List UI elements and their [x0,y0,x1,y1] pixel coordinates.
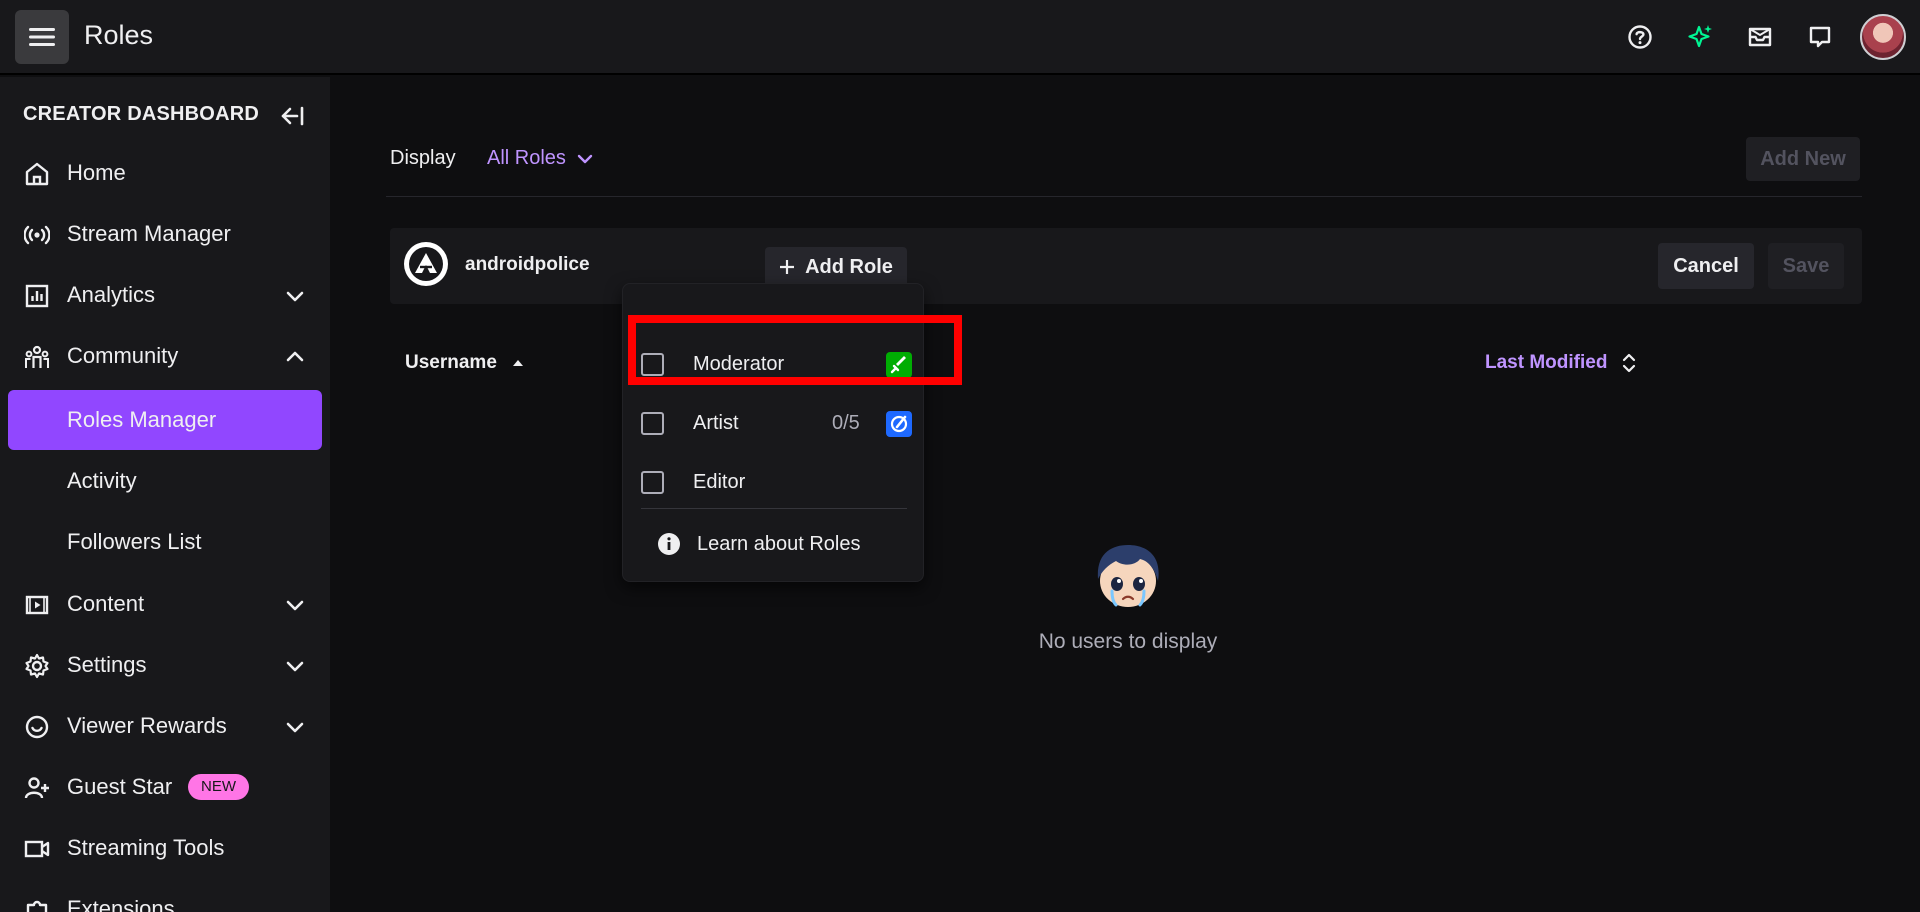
chevron-down-icon [286,291,304,302]
empty-state-text: No users to display [1038,630,1218,653]
sort-ascending-icon [512,360,523,366]
sidebar-item-label: Content [67,591,145,616]
column-header-label: Username [405,352,497,373]
collapse-sidebar-button[interactable] [278,101,308,131]
username: androidpolice [465,254,590,275]
help-button[interactable] [1610,14,1670,60]
user-avatar [404,242,448,286]
collapse-icon [281,106,304,126]
role-option-label: Artist [693,411,739,434]
sidebar-item-settings[interactable]: Settings [8,635,322,695]
info-icon [658,533,680,555]
roles-filter-value: All Roles [487,147,566,169]
content-icon [25,595,49,615]
camera-icon [24,840,50,858]
rewards-icon [25,715,49,739]
display-label: Display [390,147,456,169]
sidebar-item-label: Settings [67,652,147,677]
sidebar-item-activity[interactable]: Activity [8,451,322,511]
sort-icon [1623,353,1636,373]
whispers-icon [1809,26,1831,48]
sidebar-item-home[interactable]: Home [8,143,322,203]
divider [386,196,1862,197]
sidebar-item-label: Activity [67,468,137,493]
sidebar: CREATOR DASHBOARD Home Stream Manager An… [0,77,330,912]
role-option-editor[interactable]: Editor [641,462,907,502]
sidebar-item-roles-manager[interactable]: Roles Manager [8,390,322,450]
add-role-button[interactable]: Add Role [765,247,907,287]
top-icons [1610,14,1906,60]
add-user-icon [24,777,49,799]
sidebar-item-guest-star[interactable]: Guest Star NEW [8,757,322,817]
androidpolice-logo-icon [409,247,443,281]
save-button[interactable]: Save [1768,243,1844,289]
chevron-down-icon [577,154,593,163]
brush-icon [890,415,908,433]
cancel-button[interactable]: Cancel [1658,243,1754,289]
sidebar-item-label: Stream Manager [67,221,231,246]
role-option-label: Editor [693,470,746,493]
hamburger-icon [29,28,55,46]
roles-filter-dropdown[interactable]: All Roles [487,147,594,170]
chevron-down-icon [286,600,304,611]
home-icon [25,162,49,186]
column-header-last-modified[interactable]: Last Modified [1485,352,1637,374]
sidebar-item-followers-list[interactable]: Followers List [8,512,322,572]
sidebar-item-label: Community [67,343,179,368]
new-badge: NEW [188,774,249,800]
dropdown-divider [641,508,907,509]
user-avatar[interactable] [1860,14,1906,60]
puzzle-icon [26,900,48,912]
add-role-label: Add Role [805,255,893,278]
artist-checkbox[interactable] [641,411,664,435]
highlight-annotation [628,315,962,385]
sidebar-item-streaming-tools[interactable]: Streaming Tools [8,818,322,878]
sparkle-button[interactable] [1670,14,1730,60]
help-icon [1628,25,1652,49]
learn-about-roles-link[interactable]: Learn about Roles [657,524,860,564]
sidebar-item-analytics[interactable]: Analytics [8,265,322,325]
sidebar-item-label: Guest Star [67,774,173,799]
sidebar-item-label: Viewer Rewards [67,713,227,738]
sidebar-item-label: Streaming Tools [67,835,225,860]
column-header-username[interactable]: Username [405,352,525,374]
column-header-label: Last Modified [1485,352,1608,373]
inbox-button[interactable] [1730,14,1790,60]
chevron-down-icon [286,661,304,672]
sidebar-item-extensions[interactable]: Extensions [8,879,322,912]
sidebar-item-label: Roles Manager [67,407,217,432]
main-content: Display All Roles Add New androidpolice … [330,77,1920,912]
sidebar-item-viewer-rewards[interactable]: Viewer Rewards [8,696,322,756]
chevron-up-icon [286,351,304,362]
add-new-button[interactable]: Add New [1746,137,1860,181]
sidebar-item-label: Extensions [67,896,175,912]
gear-icon [25,653,49,679]
sidebar-item-content[interactable]: Content [8,574,322,634]
whispers-button[interactable] [1790,14,1850,60]
crying-emote-icon [1097,545,1159,607]
page-title: Roles [84,20,154,50]
sidebar-item-label: Home [67,160,126,185]
top-bar: Roles [0,0,1920,75]
role-option-artist[interactable]: Artist 0/5 [641,403,912,443]
sidebar-header: CREATOR DASHBOARD [23,103,259,125]
chevron-down-icon [286,722,304,733]
sidebar-item-label: Analytics [67,282,156,307]
analytics-icon [25,284,49,308]
artist-badge [886,411,912,437]
inbox-icon [1748,27,1772,47]
plus-icon [780,260,795,274]
broadcast-icon [24,225,50,245]
community-icon [25,345,49,368]
role-count: 0/5 [832,411,860,434]
sparkle-icon [1688,25,1712,48]
sidebar-item-label: Followers List [67,529,202,554]
user-role-row: androidpolice Add Role Cancel Save [390,228,1862,304]
sidebar-item-stream-manager[interactable]: Stream Manager [8,204,322,264]
menu-button[interactable] [15,10,69,64]
editor-checkbox[interactable] [641,470,664,494]
learn-about-roles-label: Learn about Roles [697,532,861,555]
sidebar-item-community[interactable]: Community [8,326,322,386]
